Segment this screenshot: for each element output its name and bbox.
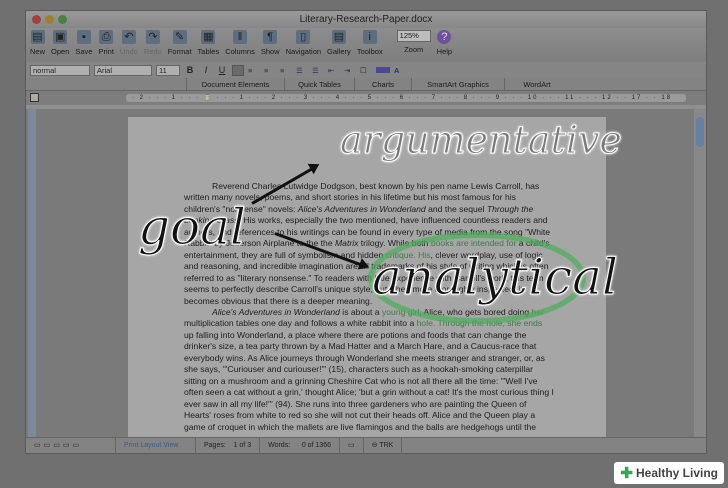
numbered-list-icon[interactable]: ☰	[296, 66, 308, 75]
print-icon: ⎙	[99, 30, 114, 44]
justify-icon[interactable]: ≡	[280, 66, 292, 75]
toolbar-undo-button[interactable]: ↶ Undo	[120, 30, 138, 56]
standard-toolbar: ▤ New ▣ Open ▪ Save ⎙ Print ↶ Undo ↷ Redo ✎ Format ▦ Ta…	[26, 28, 706, 62]
toolbar-columns-button[interactable]: ‖ Columns	[225, 30, 255, 56]
view-buttons[interactable]: ▭▭▭▭▭	[26, 437, 116, 454]
toolbox-icon: i	[362, 30, 377, 44]
toolbar-format-button[interactable]: ✎ Format	[168, 30, 192, 56]
green-circle-annotation	[368, 232, 586, 324]
view-label: Print Layout View	[116, 437, 196, 454]
healthy-living-logo: ✚ Healthy Living	[614, 462, 724, 484]
track-changes[interactable]: ⊖ TRK	[364, 437, 403, 454]
toolbar-label: Undo	[119, 47, 138, 56]
vertical-scrollbar[interactable]	[694, 109, 706, 437]
redo-icon: ↷	[145, 30, 160, 44]
columns-icon: ‖	[233, 30, 248, 44]
toolbar-label: Columns	[225, 47, 255, 56]
horizontal-ruler[interactable]: · 2 · · · 1 · · · ⌛ · · · 1 · · · 2 · · …	[26, 91, 706, 105]
font-select[interactable]: Arial	[94, 64, 152, 76]
align-right-icon[interactable]: ≡	[264, 66, 276, 75]
open-folder-icon: ▣	[53, 30, 68, 44]
style-select[interactable]: normal	[30, 64, 90, 76]
toolbar-print-button[interactable]: ⎙ Print	[98, 30, 114, 56]
ribbon-tab[interactable]: Charts	[354, 78, 411, 91]
font-size-select[interactable]: 11	[156, 64, 180, 76]
italic-button[interactable]: I	[200, 65, 212, 75]
ruler-scale: · 2 · · · 1 · · · ⌛ · · · 1 · · · 2 · · …	[126, 94, 686, 102]
ribbon-tab[interactable]: SmartArt Graphics	[411, 78, 504, 91]
table-icon: ▦	[201, 30, 216, 44]
close-button[interactable]	[32, 15, 41, 24]
toolbar-label: Tables	[197, 47, 220, 56]
toolbar-toolbox-button[interactable]: i Toolbox	[357, 30, 383, 56]
toolbar-label: Print	[98, 47, 114, 56]
toolbar-navigation-button[interactable]: ▯ Navigation	[286, 30, 321, 56]
toolbar-label: New	[30, 47, 46, 56]
toolbar-label: Show	[260, 47, 280, 56]
font-color-icon[interactable]: A	[394, 66, 399, 75]
bullet-list-icon[interactable]: ☰	[312, 66, 324, 75]
paragraph-2: Alice's Adventures in Wonderland is abou…	[184, 306, 554, 432]
spelling-icon[interactable]: ▭	[340, 437, 364, 454]
document-area: Reverend Charles Lutwidge Dodgson, best …	[26, 109, 694, 437]
align-left-icon[interactable]	[232, 64, 244, 76]
undo-icon: ↶	[121, 30, 136, 44]
zoom-select[interactable]: 125%	[396, 30, 431, 42]
minimize-button[interactable]	[45, 15, 54, 24]
title-bar: Literary-Research-Paper.docx	[26, 11, 706, 28]
status-bar: ▭▭▭▭▭ Print Layout View Pages: 1 of 3 Wo…	[26, 437, 706, 454]
scroll-thumb[interactable]	[696, 117, 704, 147]
words-info: Words: 0 of 1366	[260, 437, 341, 454]
pages-info: Pages: 1 of 3	[196, 437, 261, 454]
toolbar-label: Save	[75, 47, 93, 56]
formatting-toolbar: normal Arial 11 B I U ≡ ≡ ≡ ☰ ☰ ⇤ ⇥ ☐ A	[26, 62, 706, 78]
ribbon-tab[interactable]: WordArt	[504, 78, 569, 91]
format-brush-icon: ✎	[172, 30, 187, 44]
toolbar-new-button[interactable]: ▤ New	[30, 30, 45, 56]
gallery-icon: ▤	[331, 30, 346, 44]
vertical-ruler	[28, 109, 36, 437]
help-button[interactable]: ? Help	[437, 30, 452, 56]
highlight-icon[interactable]	[376, 67, 390, 73]
toolbar-gallery-button[interactable]: ▤ Gallery	[327, 30, 351, 56]
toolbar-label: Navigation	[285, 47, 322, 56]
toolbar-redo-button[interactable]: ↷ Redo	[144, 30, 162, 56]
ribbon-tab[interactable]: Quick Tables	[284, 78, 354, 91]
decrease-indent-icon[interactable]: ⇤	[328, 66, 340, 75]
borders-icon[interactable]: ☐	[360, 66, 372, 75]
new-document-icon: ▤	[30, 30, 45, 44]
toolbar-label: Redo	[143, 47, 162, 56]
toolbar-open-button[interactable]: ▣ Open	[51, 30, 69, 56]
help-icon: ?	[437, 30, 452, 44]
pilcrow-icon: ¶	[263, 30, 278, 44]
window-title: Literary-Research-Paper.docx	[299, 14, 433, 25]
align-center-icon[interactable]: ≡	[248, 66, 260, 75]
word-window: Literary-Research-Paper.docx ▤ New ▣ Open ▪ S…	[25, 10, 707, 454]
toolbar-label: Toolbox	[356, 47, 383, 56]
toolbar-tables-button[interactable]: ▦ Tables	[197, 30, 220, 56]
toolbar-save-button[interactable]: ▪ Save	[75, 30, 92, 56]
help-label: Help	[436, 47, 453, 56]
navigation-icon: ▯	[296, 30, 311, 44]
ribbon-tab[interactable]: Document Elements	[186, 78, 284, 91]
ruler-toggle-icon[interactable]	[30, 93, 39, 102]
toolbar-show-button[interactable]: ¶ Show	[261, 30, 280, 56]
zoom-label: Zoom	[404, 45, 424, 54]
toolbar-label: Open	[51, 47, 70, 56]
zoom-control[interactable]: 125% Zoom	[396, 30, 431, 54]
ribbon-tabs: Document Elements Quick Tables Charts Smart…	[26, 78, 706, 91]
underline-button[interactable]: U	[216, 65, 228, 75]
toolbar-label: Gallery	[327, 47, 351, 56]
save-icon: ▪	[76, 30, 91, 44]
bold-button[interactable]: B	[184, 65, 196, 75]
zoom-button[interactable]	[58, 15, 67, 24]
increase-indent-icon[interactable]: ⇥	[344, 66, 356, 75]
toolbar-label: Format	[167, 47, 192, 56]
